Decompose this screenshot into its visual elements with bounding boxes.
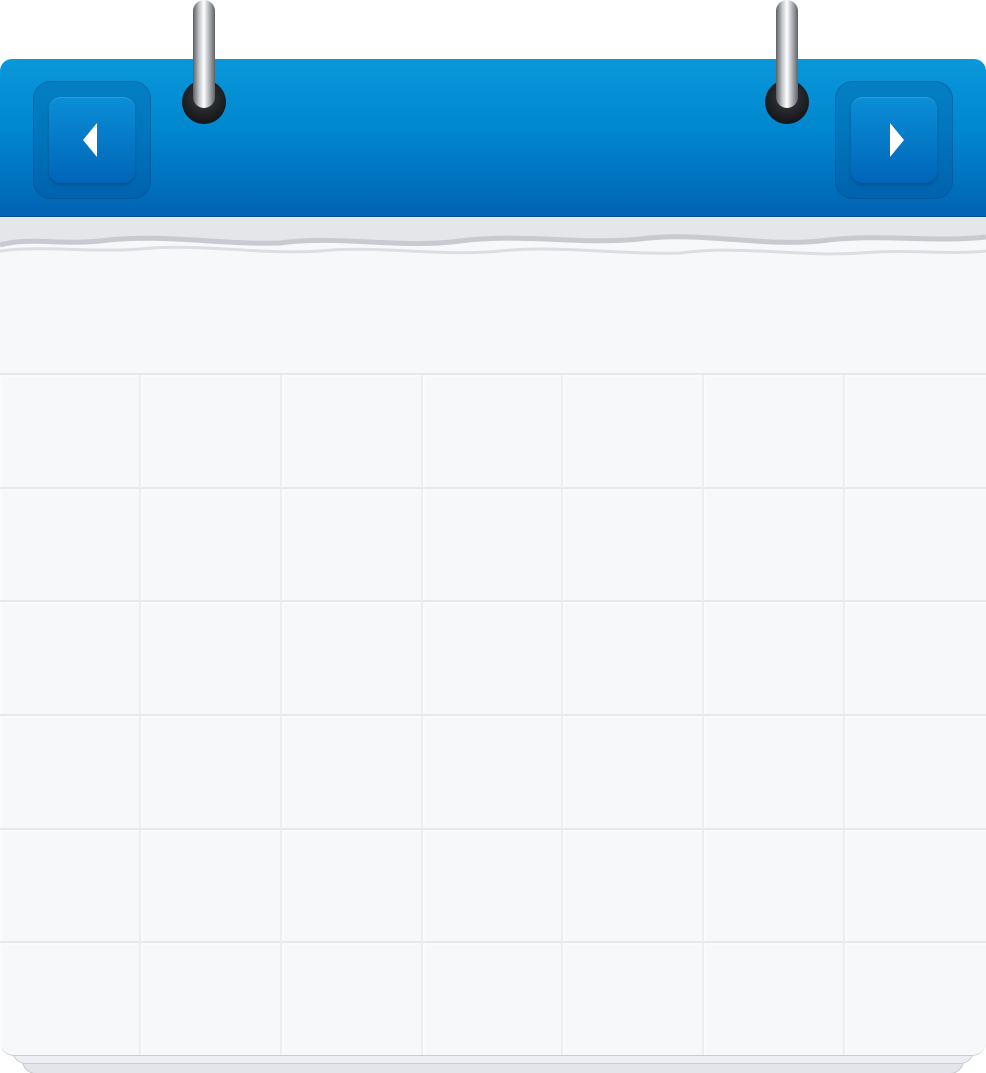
prev-month-button[interactable]: [49, 97, 135, 183]
next-month-frame: [835, 81, 953, 199]
day-cell[interactable]: [0, 602, 141, 716]
day-cell[interactable]: [563, 375, 705, 489]
day-cell[interactable]: [704, 715, 846, 830]
prev-month-frame: [33, 81, 151, 199]
binder-ring-bar-right: [776, 0, 798, 108]
day-cell[interactable]: [140, 602, 282, 716]
day-cell[interactable]: [704, 488, 846, 603]
day-cell[interactable]: [845, 602, 986, 716]
day-cell[interactable]: [422, 829, 564, 944]
month-title-area: [0, 275, 986, 375]
day-cell[interactable]: [563, 943, 705, 1055]
calendar-day-grid: [0, 373, 986, 1055]
day-cell[interactable]: [845, 830, 986, 944]
day-cell[interactable]: [140, 943, 282, 1055]
day-cell[interactable]: [422, 602, 564, 716]
calendar-sheet: [0, 215, 986, 1056]
calendar-widget: [0, 0, 986, 1073]
day-cell[interactable]: [563, 488, 705, 603]
day-cell[interactable]: [563, 715, 705, 830]
day-cell[interactable]: [0, 715, 141, 830]
chevron-left-icon: [83, 123, 97, 157]
day-cell[interactable]: [422, 715, 564, 830]
day-cell[interactable]: [281, 488, 423, 603]
day-cell[interactable]: [140, 375, 282, 489]
binder-ring-bar-left: [193, 0, 215, 108]
day-cell[interactable]: [704, 375, 846, 489]
calendar-header: [0, 59, 986, 217]
day-cell[interactable]: [281, 375, 423, 489]
day-cell[interactable]: [845, 716, 986, 830]
day-cell[interactable]: [281, 715, 423, 830]
day-cell[interactable]: [422, 943, 564, 1055]
day-cell[interactable]: [704, 829, 846, 944]
day-cell[interactable]: [140, 715, 282, 830]
day-cell[interactable]: [845, 943, 986, 1055]
day-cell[interactable]: [563, 829, 705, 944]
day-cell[interactable]: [281, 829, 423, 944]
day-cell[interactable]: [845, 375, 986, 489]
day-cell[interactable]: [281, 943, 423, 1055]
day-cell[interactable]: [704, 602, 846, 716]
day-cell[interactable]: [845, 489, 986, 603]
day-cell[interactable]: [0, 829, 141, 944]
next-month-button[interactable]: [851, 97, 937, 183]
day-cell[interactable]: [140, 829, 282, 944]
day-cell[interactable]: [563, 602, 705, 716]
day-cell[interactable]: [140, 488, 282, 603]
day-cell[interactable]: [704, 943, 846, 1055]
chevron-right-icon: [890, 123, 904, 157]
day-cell[interactable]: [0, 943, 141, 1055]
day-cell[interactable]: [0, 488, 141, 603]
day-cell[interactable]: [422, 375, 564, 489]
torn-paper-edge: [0, 215, 986, 256]
day-cell[interactable]: [0, 375, 141, 489]
day-cell[interactable]: [281, 602, 423, 716]
day-cell[interactable]: [422, 488, 564, 603]
